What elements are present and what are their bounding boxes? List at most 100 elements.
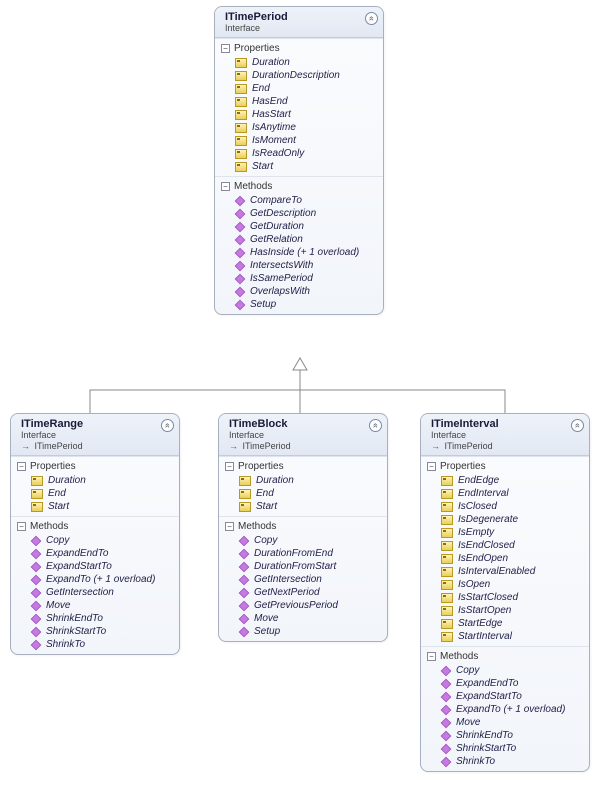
member-name: ShrinkTo bbox=[46, 639, 85, 650]
property-member[interactable]: DurationDescription bbox=[219, 69, 379, 82]
method-member[interactable]: ExpandTo (+ 1 overload) bbox=[15, 573, 175, 586]
collapse-icon[interactable] bbox=[369, 419, 382, 432]
property-member[interactable]: Duration bbox=[15, 474, 175, 487]
property-member[interactable]: Start bbox=[15, 500, 175, 513]
method-member[interactable]: Copy bbox=[223, 534, 383, 547]
property-member[interactable]: StartInterval bbox=[425, 630, 585, 643]
method-member[interactable]: HasInside (+ 1 overload) bbox=[219, 246, 379, 259]
method-member[interactable]: GetNextPeriod bbox=[223, 586, 383, 599]
member-name: StartEdge bbox=[458, 618, 502, 629]
section-title[interactable]: −Properties bbox=[425, 459, 585, 474]
property-member[interactable]: End bbox=[223, 487, 383, 500]
property-member[interactable]: EndInterval bbox=[425, 487, 585, 500]
expander-icon[interactable]: − bbox=[221, 182, 230, 191]
collapse-icon[interactable] bbox=[161, 419, 174, 432]
property-member[interactable]: IsEndOpen bbox=[425, 552, 585, 565]
section-title-text: Properties bbox=[30, 461, 76, 472]
expander-icon[interactable]: − bbox=[17, 462, 26, 471]
property-member[interactable]: EndEdge bbox=[425, 474, 585, 487]
method-member[interactable]: Setup bbox=[219, 298, 379, 311]
expander-icon[interactable]: − bbox=[221, 44, 230, 53]
method-member[interactable]: Copy bbox=[15, 534, 175, 547]
collapse-icon[interactable] bbox=[571, 419, 584, 432]
method-member[interactable]: Move bbox=[15, 599, 175, 612]
property-member[interactable]: End bbox=[219, 82, 379, 95]
inherits-label: → ITimePeriod bbox=[229, 441, 379, 451]
property-member[interactable]: IsOpen bbox=[425, 578, 585, 591]
property-member[interactable]: Duration bbox=[223, 474, 383, 487]
member-name: IsIntervalEnabled bbox=[458, 566, 535, 577]
property-icon bbox=[235, 149, 247, 159]
method-member[interactable]: GetIntersection bbox=[223, 573, 383, 586]
section-title[interactable]: −Methods bbox=[425, 649, 585, 664]
method-member[interactable]: DurationFromStart bbox=[223, 560, 383, 573]
expander-icon[interactable]: − bbox=[225, 522, 234, 531]
member-name: IsEndClosed bbox=[458, 540, 515, 551]
section-title-text: Methods bbox=[234, 181, 272, 192]
collapse-icon[interactable] bbox=[365, 12, 378, 25]
method-member[interactable]: ShrinkEndTo bbox=[425, 729, 585, 742]
method-member[interactable]: DurationFromEnd bbox=[223, 547, 383, 560]
inherits-name: ITimePeriod bbox=[442, 441, 493, 451]
section-title[interactable]: −Methods bbox=[15, 519, 175, 534]
property-member[interactable]: HasEnd bbox=[219, 95, 379, 108]
method-member[interactable]: ExpandTo (+ 1 overload) bbox=[425, 703, 585, 716]
method-icon bbox=[239, 535, 250, 546]
property-member[interactable]: Start bbox=[219, 160, 379, 173]
section-properties: −PropertiesDurationEndStart bbox=[11, 456, 179, 516]
expander-icon[interactable]: − bbox=[427, 652, 436, 661]
property-member[interactable]: End bbox=[15, 487, 175, 500]
method-member[interactable]: ShrinkTo bbox=[425, 755, 585, 768]
method-member[interactable]: ExpandStartTo bbox=[15, 560, 175, 573]
property-member[interactable]: IsAnytime bbox=[219, 121, 379, 134]
member-name: HasInside (+ 1 overload) bbox=[250, 247, 359, 258]
expander-icon[interactable]: − bbox=[427, 462, 436, 471]
method-member[interactable]: ExpandStartTo bbox=[425, 690, 585, 703]
property-member[interactable]: IsStartOpen bbox=[425, 604, 585, 617]
property-member[interactable]: IsStartClosed bbox=[425, 591, 585, 604]
method-member[interactable]: ExpandEndTo bbox=[15, 547, 175, 560]
method-icon bbox=[239, 600, 250, 611]
class-box-itimeinterval: ITimeIntervalInterface→ ITimePeriod−Prop… bbox=[420, 413, 590, 772]
section-title[interactable]: −Properties bbox=[219, 41, 379, 56]
member-name: CompareTo bbox=[250, 195, 302, 206]
property-member[interactable]: IsReadOnly bbox=[219, 147, 379, 160]
method-member[interactable]: CompareTo bbox=[219, 194, 379, 207]
method-member[interactable]: Move bbox=[223, 612, 383, 625]
method-member[interactable]: Move bbox=[425, 716, 585, 729]
section-title[interactable]: −Properties bbox=[223, 459, 383, 474]
method-member[interactable]: ShrinkTo bbox=[15, 638, 175, 651]
method-member[interactable]: GetDescription bbox=[219, 207, 379, 220]
method-member[interactable]: Setup bbox=[223, 625, 383, 638]
property-member[interactable]: Start bbox=[223, 500, 383, 513]
method-member[interactable]: IntersectsWith bbox=[219, 259, 379, 272]
inherits-arrow-icon: → bbox=[21, 441, 30, 451]
section-title[interactable]: −Properties bbox=[15, 459, 175, 474]
property-member[interactable]: IsIntervalEnabled bbox=[425, 565, 585, 578]
expander-icon[interactable]: − bbox=[17, 522, 26, 531]
method-member[interactable]: GetDuration bbox=[219, 220, 379, 233]
property-member[interactable]: Duration bbox=[219, 56, 379, 69]
method-member[interactable]: GetPreviousPeriod bbox=[223, 599, 383, 612]
method-member[interactable]: Copy bbox=[425, 664, 585, 677]
method-icon bbox=[441, 691, 452, 702]
method-member[interactable]: ExpandEndTo bbox=[425, 677, 585, 690]
section-title[interactable]: −Methods bbox=[223, 519, 383, 534]
method-icon bbox=[441, 730, 452, 741]
method-member[interactable]: OverlapsWith bbox=[219, 285, 379, 298]
property-member[interactable]: StartEdge bbox=[425, 617, 585, 630]
property-member[interactable]: HasStart bbox=[219, 108, 379, 121]
method-member[interactable]: ShrinkStartTo bbox=[425, 742, 585, 755]
method-member[interactable]: IsSamePeriod bbox=[219, 272, 379, 285]
property-member[interactable]: IsClosed bbox=[425, 500, 585, 513]
expander-icon[interactable]: − bbox=[225, 462, 234, 471]
method-member[interactable]: ShrinkEndTo bbox=[15, 612, 175, 625]
property-member[interactable]: IsMoment bbox=[219, 134, 379, 147]
property-member[interactable]: IsEmpty bbox=[425, 526, 585, 539]
method-member[interactable]: ShrinkStartTo bbox=[15, 625, 175, 638]
method-member[interactable]: GetIntersection bbox=[15, 586, 175, 599]
property-member[interactable]: IsEndClosed bbox=[425, 539, 585, 552]
method-member[interactable]: GetRelation bbox=[219, 233, 379, 246]
section-title[interactable]: −Methods bbox=[219, 179, 379, 194]
property-member[interactable]: IsDegenerate bbox=[425, 513, 585, 526]
